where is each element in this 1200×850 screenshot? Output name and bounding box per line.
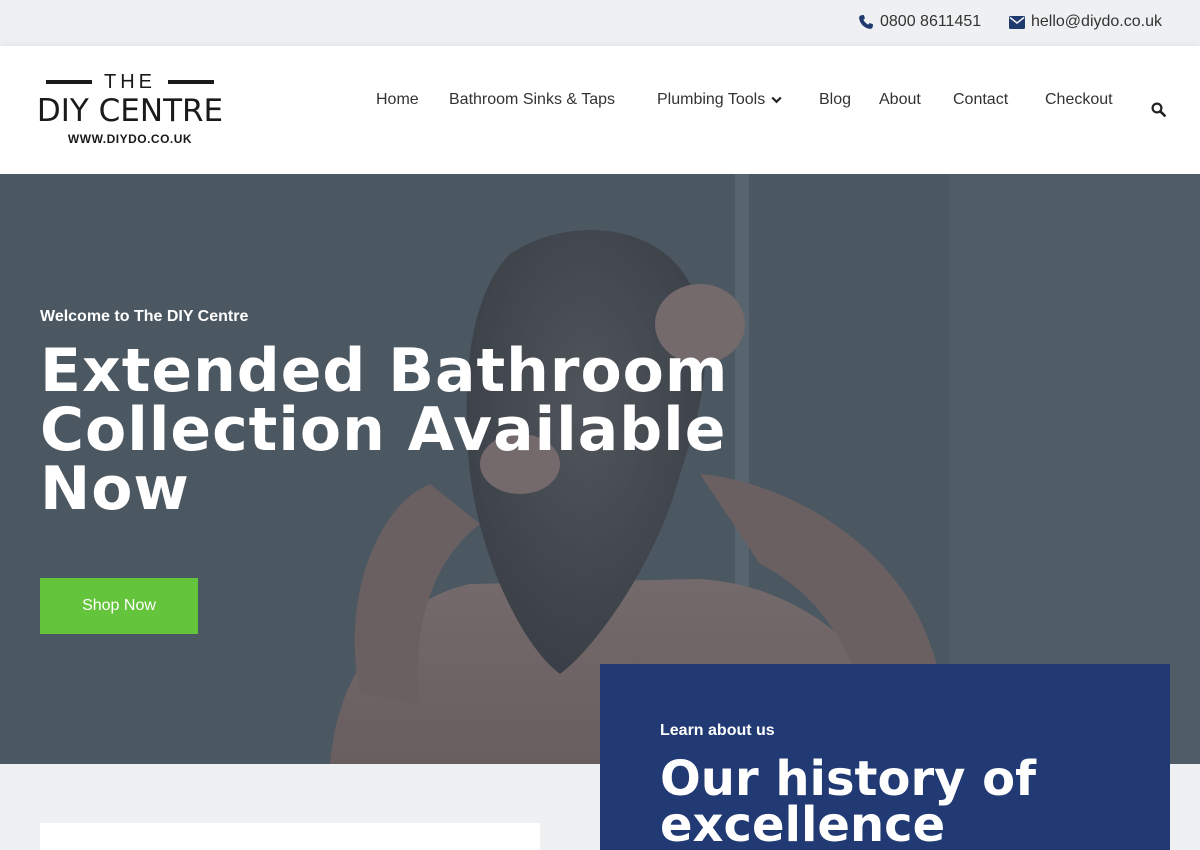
nav-bathroom-sinks-taps[interactable]: Bathroom Sinks & Taps	[449, 91, 615, 109]
logo-url: WWW.DIYDO.CO.UK	[67, 132, 193, 146]
chevron-down-icon	[771, 96, 782, 104]
hero-title: Extended Bathroom Collection Available N…	[40, 336, 729, 524]
logo-bar-left	[46, 80, 92, 84]
content-card	[40, 823, 540, 850]
nav-checkout[interactable]: Checkout	[1045, 91, 1113, 109]
hero-welcome-text: Welcome to The DIY Centre	[40, 308, 249, 325]
nav-home[interactable]: Home	[376, 91, 419, 109]
phone-number[interactable]: 0800 8611451	[880, 13, 981, 31]
nav-contact[interactable]: Contact	[953, 91, 1008, 109]
about-card: Learn about us Our history of excellence	[600, 664, 1170, 850]
about-kicker: Learn about us	[660, 722, 775, 739]
envelope-icon	[1009, 15, 1025, 29]
site-logo[interactable]: THE DIY CENTRE WWW.DIYDO.CO.UK	[30, 72, 230, 152]
nav-plumbing-tools[interactable]: Plumbing Tools	[657, 91, 782, 109]
about-title: Our history of excellence	[660, 751, 1037, 850]
phone-icon	[859, 15, 873, 29]
logo-bar-right	[168, 80, 214, 84]
search-icon[interactable]	[1151, 102, 1166, 122]
site-header: THE DIY CENTRE WWW.DIYDO.CO.UK Home Bath…	[0, 46, 1200, 174]
nav-plumbing-tools-label: Plumbing Tools	[657, 91, 766, 108]
top-bar: 0800 8611451 hello@diydo.co.uk	[0, 0, 1200, 46]
email-address[interactable]: hello@diydo.co.uk	[1031, 13, 1162, 31]
phone-contact[interactable]: 0800 8611451	[858, 13, 981, 31]
nav-about[interactable]: About	[879, 91, 921, 109]
email-contact[interactable]: hello@diydo.co.uk	[1009, 13, 1162, 31]
shop-now-button[interactable]: Shop Now	[40, 578, 198, 634]
nav-blog[interactable]: Blog	[819, 91, 851, 109]
logo-top-line: THE	[30, 72, 230, 92]
logo-the: THE	[104, 71, 156, 93]
logo-name: DIY CENTRE	[36, 93, 224, 129]
